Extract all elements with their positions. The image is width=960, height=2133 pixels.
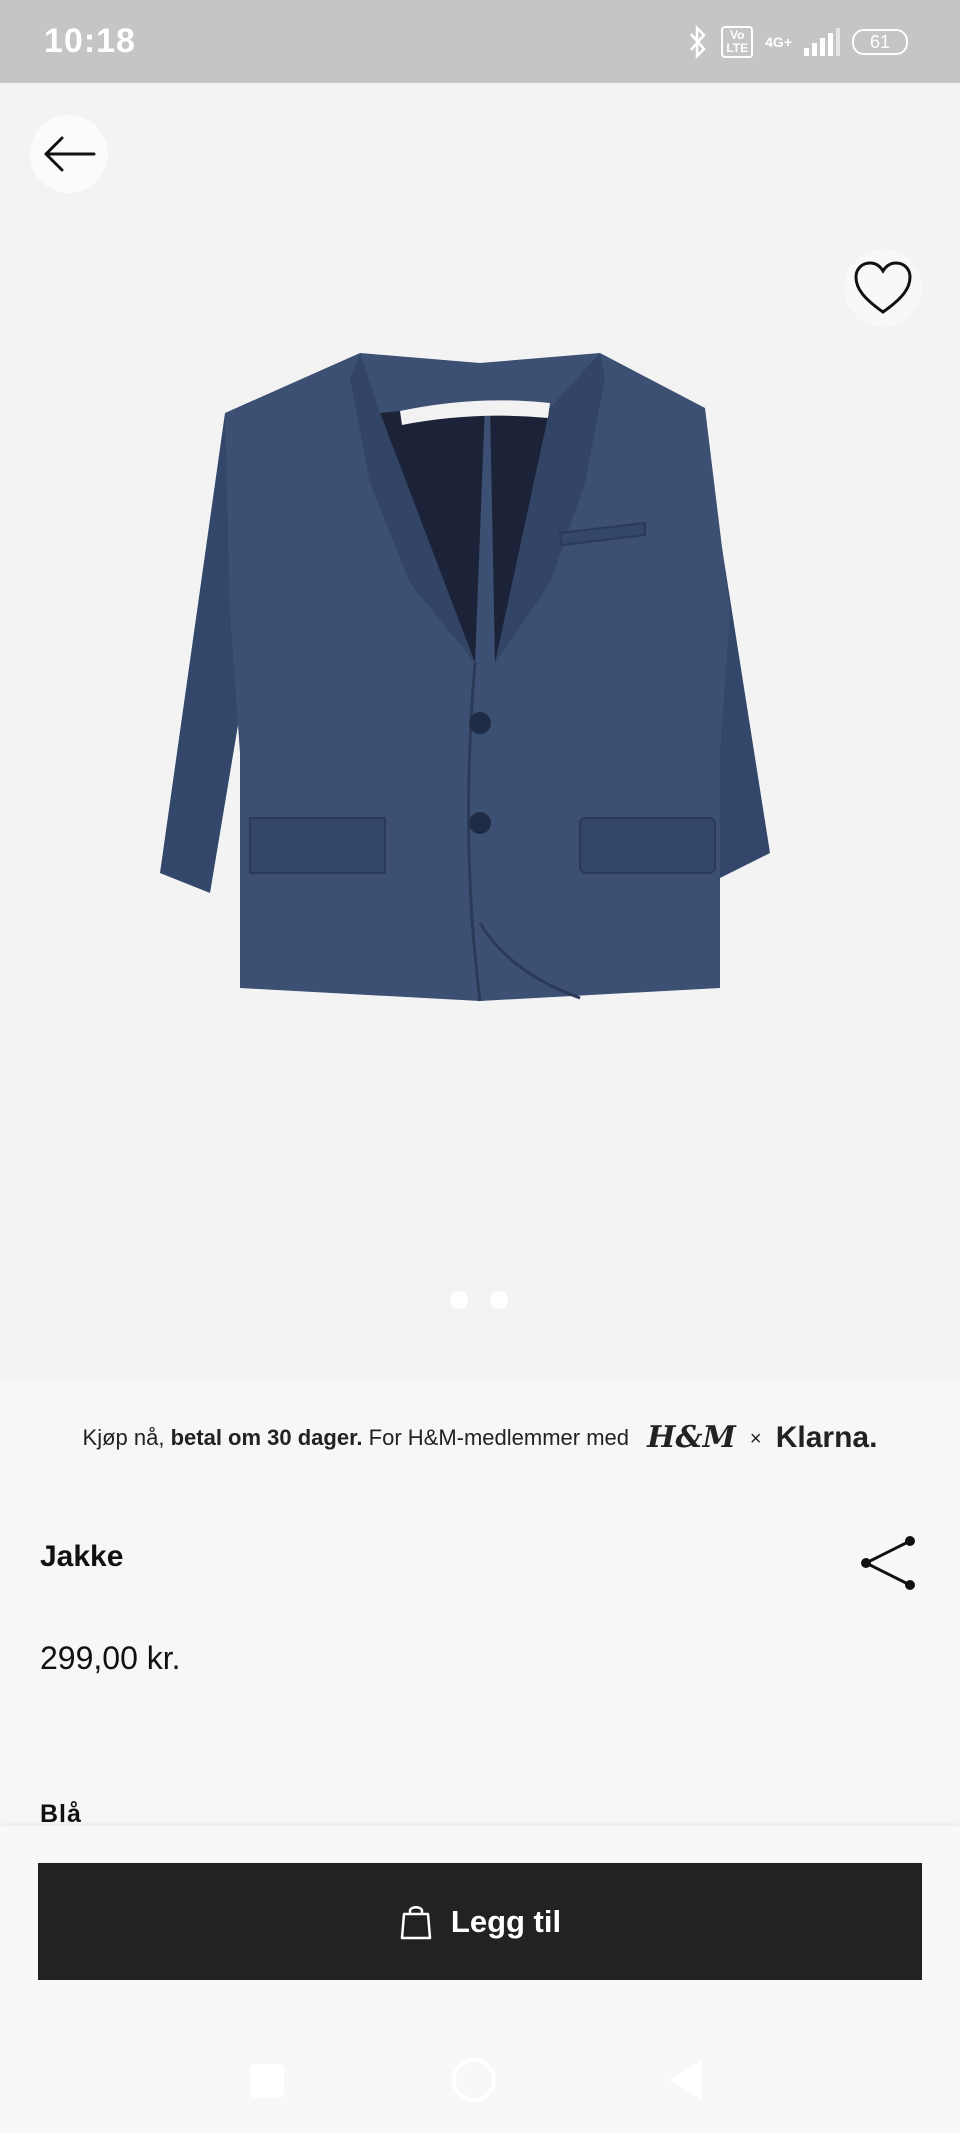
klarna-text-post: For H&M-medlemmer med (362, 1425, 630, 1450)
bluetooth-icon (690, 25, 707, 59)
pagination-dot-2[interactable] (490, 1291, 508, 1309)
signal-icon (804, 28, 840, 56)
times-symbol: × (749, 1428, 762, 1450)
network-type: 4G+ (765, 34, 792, 50)
hm-logo: H&M (647, 1420, 736, 1455)
add-to-bag-label: Legg til (450, 1903, 562, 1939)
product-gallery[interactable] (0, 83, 960, 1379)
gallery-pagination (450, 1291, 508, 1309)
bottom-sheet: Legg til (0, 1826, 960, 2133)
status-bar: 10:18 Vo LTE 4G+ 61 (0, 0, 960, 83)
system-nav-bar (0, 2030, 960, 2133)
product-image[interactable] (80, 283, 880, 1023)
status-time: 10:18 (44, 22, 136, 60)
pagination-dot-1[interactable] (450, 1291, 468, 1309)
volte-badge: Vo LTE (721, 26, 754, 58)
arrow-left-icon (44, 136, 96, 172)
battery-indicator: 61 (852, 29, 908, 55)
color-label: Blå (40, 1800, 82, 1828)
share-icon (861, 1536, 915, 1590)
share-button[interactable] (860, 1535, 916, 1591)
klarna-banner[interactable]: Kjøp nå, betal om 30 dager. For H&M-medl… (0, 1420, 960, 1455)
shopping-bag-icon (400, 1905, 432, 1939)
recents-icon[interactable] (250, 2064, 284, 2098)
product-title: Jakke (40, 1540, 124, 1573)
nav-back-icon[interactable] (668, 2060, 702, 2100)
klarna-text-pre: Kjøp nå, (82, 1425, 171, 1450)
status-icons: Vo LTE 4G+ 61 (687, 22, 908, 62)
back-button[interactable] (30, 115, 108, 193)
klarna-logo: Klarna. (775, 1421, 878, 1454)
klarna-text-bold: betal om 30 dager. (170, 1425, 363, 1450)
home-icon[interactable] (452, 2058, 496, 2102)
product-price: 299,00 kr. (40, 1640, 181, 1676)
add-to-bag-button[interactable]: Legg til (38, 1863, 922, 1980)
